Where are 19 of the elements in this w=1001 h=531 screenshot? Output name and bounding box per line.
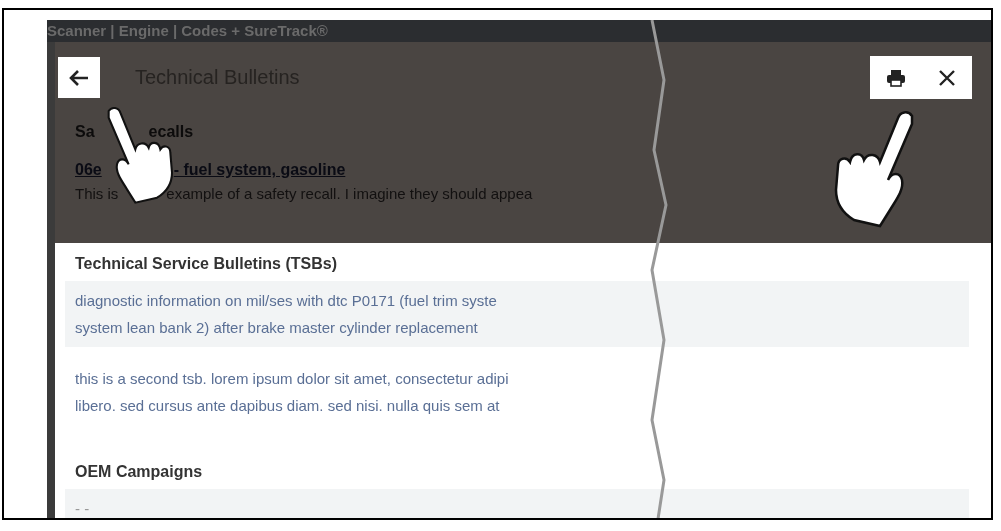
back-button[interactable] [58, 57, 100, 99]
bulletin-text: system lean bank 2) after brake master cylinder replacement [75, 318, 478, 338]
recall-description: This is [75, 184, 119, 202]
bulletin-item[interactable]: - - [65, 489, 969, 518]
heading-fragment: ecalls [148, 122, 194, 141]
section-heading: Technical Service Bulletins (TSBs) [74, 255, 338, 273]
bulletin-text: - - [75, 499, 90, 518]
bulletin-text: libero. sed cursus ante dapibus diam. sed nisi. nulla quis sem at [75, 396, 500, 416]
bulletin-text: diagnostic information on mil/ses with dtc P0171 (fuel trim syste [75, 291, 497, 311]
app-title: Scanner | Engine | Codes + SureTrack® [47, 22, 328, 40]
printer-icon [885, 68, 906, 87]
back-arrow-icon [68, 68, 90, 87]
section-heading: OEM Campaigns [74, 463, 204, 481]
bulletin-item[interactable]: diagnostic information on mil/ses with dtc P0171 (fuel trim syste system lean bank 2) after brake master cylinder replacement [65, 281, 969, 347]
recall-link[interactable]: 06e [75, 160, 102, 179]
recall-link[interactable]: - fuel system, gasoline [173, 160, 346, 179]
bulletin-text: this is a second tsb. lorem ipsum dolor sit amet, consectetur adipi [75, 369, 509, 389]
close-icon [937, 68, 956, 87]
heading-fragment: Sa [75, 122, 95, 141]
